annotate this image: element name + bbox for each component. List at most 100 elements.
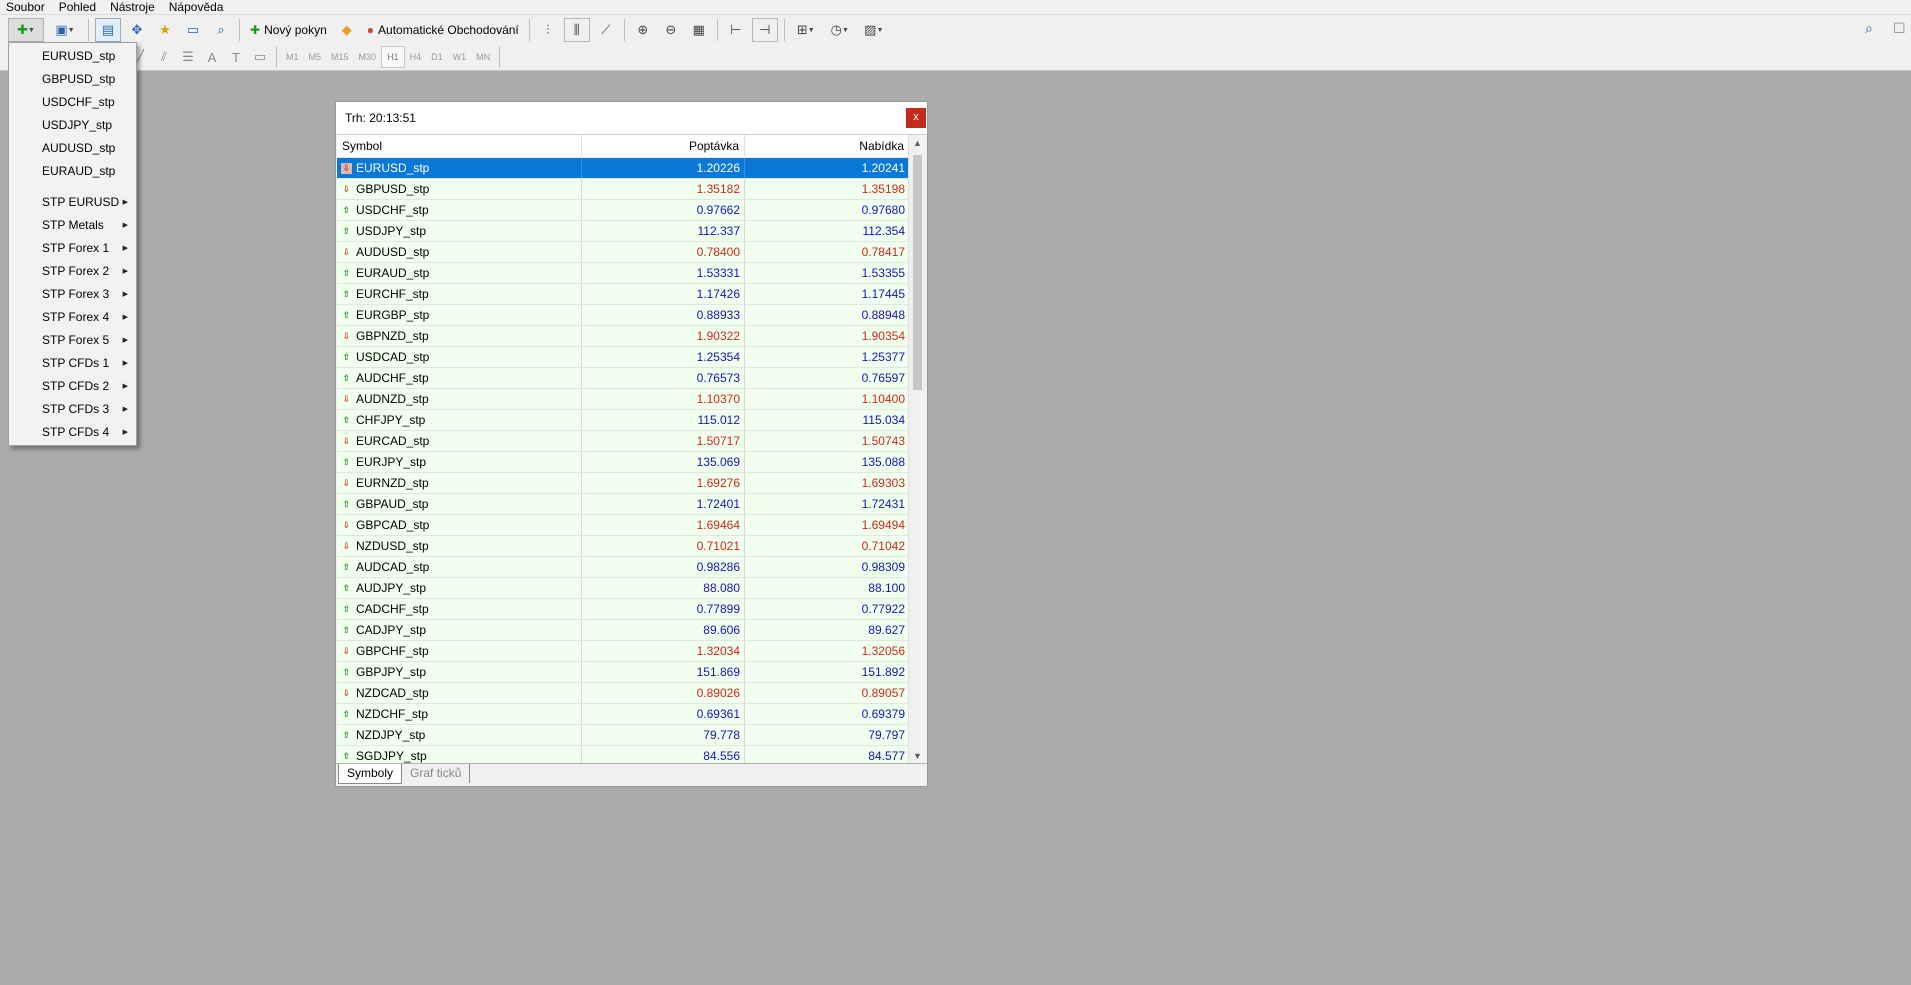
text-icon[interactable]: A xyxy=(200,50,224,65)
close-button[interactable]: x xyxy=(906,108,926,128)
bar-chart-button[interactable]: ⫶ xyxy=(536,19,560,41)
periods-button[interactable]: ◷ ▼ xyxy=(825,19,855,41)
tab-symbols[interactable]: Symboly xyxy=(338,764,403,784)
scrollbar-thumb[interactable] xyxy=(913,155,922,390)
vertical-scrollbar[interactable]: ▲ ▼ xyxy=(908,135,926,765)
terminal-button[interactable]: ▭ xyxy=(181,19,205,41)
table-rows: ⇩ EURUSD_stp 1.20226 1.20241 ⇩ GBPUSD_stp 1.35… xyxy=(337,158,910,765)
table-row[interactable]: ⇧ AUDCAD_stp 0.98286 0.98309 xyxy=(337,557,910,578)
column-header-ask[interactable]: Nabídka xyxy=(745,135,910,157)
table-row[interactable]: ⇧ AUDJPY_stp 88.080 88.100 xyxy=(337,578,910,599)
zoom-out-button[interactable]: ⊖ xyxy=(659,19,683,41)
table-row[interactable]: ⇧ NZDCHF_stp 0.69361 0.69379 xyxy=(337,704,910,725)
tile-windows-button[interactable]: ▦ xyxy=(687,19,711,41)
dropdown-group-item[interactable]: STP Metals ▶ xyxy=(9,214,136,237)
table-row[interactable]: ⇩ EURNZD_stp 1.69276 1.69303 xyxy=(337,473,910,494)
profiles-button[interactable]: ▣ ▼ xyxy=(48,19,82,41)
column-header-bid[interactable]: Poptávka xyxy=(582,135,745,157)
dropdown-symbol-item[interactable]: GBPUSD_stp xyxy=(9,68,136,91)
menu-soubor[interactable]: Soubor xyxy=(0,0,53,14)
dropdown-group-item[interactable]: STP Forex 5 ▶ xyxy=(9,329,136,352)
table-row[interactable]: ⇧ CHFJPY_stp 115.012 115.034 xyxy=(337,410,910,431)
dropdown-group-item[interactable]: STP Forex 1 ▶ xyxy=(9,237,136,260)
new-chart-button[interactable]: ✚ ▼ xyxy=(8,18,44,42)
dropdown-group-item[interactable]: STP Forex 2 ▶ xyxy=(9,260,136,283)
table-row[interactable]: ⇧ CADJPY_stp 89.606 89.627 xyxy=(337,620,910,641)
toolbar-separator xyxy=(276,46,277,68)
table-row[interactable]: ⇧ CADCHF_stp 0.77899 0.77922 xyxy=(337,599,910,620)
table-row[interactable]: ⇩ EURCAD_stp 1.50717 1.50743 xyxy=(337,431,910,452)
timeframe-mn[interactable]: MN xyxy=(471,47,495,67)
table-row[interactable]: ⇩ GBPCHF_stp 1.32034 1.32056 xyxy=(337,641,910,662)
indicators-button[interactable]: ⊞ ▼ xyxy=(791,19,821,41)
line-chart-button[interactable]: ⟋ xyxy=(594,19,618,41)
table-row[interactable]: ⇧ EURGBP_stp 0.88933 0.88948 xyxy=(337,305,910,326)
templates-button[interactable]: ▨ ▼ xyxy=(859,19,889,41)
table-row[interactable]: ⇧ GBPAUD_stp 1.72401 1.72431 xyxy=(337,494,910,515)
auto-scroll-button[interactable]: ⊢ xyxy=(724,19,748,41)
navigator-button[interactable]: ★ xyxy=(153,19,177,41)
market-watch-button[interactable]: ▤ xyxy=(95,18,121,42)
table-row[interactable]: ⇩ EURUSD_stp 1.20226 1.20241 xyxy=(337,158,910,179)
new-order-button[interactable]: ✚ Nový pokyn xyxy=(246,19,331,41)
dropdown-symbol-item[interactable]: USDCHF_stp xyxy=(9,91,136,114)
chat-icon[interactable]: ☐ xyxy=(1893,20,1906,37)
dropdown-group-item[interactable]: STP Forex 4 ▶ xyxy=(9,306,136,329)
data-window-button[interactable]: ✥ xyxy=(125,19,149,41)
table-row[interactable]: ⇧ NZDJPY_stp 79.778 79.797 xyxy=(337,725,910,746)
timeframe-m15[interactable]: M15 xyxy=(326,47,354,67)
column-header-symbol[interactable]: Symbol xyxy=(337,135,582,157)
dropdown-symbol-item[interactable]: EURUSD_stp xyxy=(9,45,136,68)
dropdown-group-item[interactable]: STP CFDs 1 ▶ xyxy=(9,352,136,375)
toolbar-separator xyxy=(239,19,240,41)
table-row[interactable]: ⇩ GBPUSD_stp 1.35182 1.35198 xyxy=(337,179,910,200)
table-row[interactable]: ⇩ GBPCAD_stp 1.69464 1.69494 xyxy=(337,515,910,536)
table-row[interactable]: ⇧ USDCAD_stp 1.25354 1.25377 xyxy=(337,347,910,368)
table-row[interactable]: ⇧ AUDCHF_stp 0.76573 0.76597 xyxy=(337,368,910,389)
table-row[interactable]: ⇩ NZDUSD_stp 0.71021 0.71042 xyxy=(337,536,910,557)
timeframe-m5[interactable]: M5 xyxy=(304,47,327,67)
search-icon[interactable]: ⌕ xyxy=(1865,20,1873,37)
table-row[interactable]: ⇧ EURJPY_stp 135.069 135.088 xyxy=(337,452,910,473)
chart-shift-button[interactable]: ⊣ xyxy=(751,18,778,42)
table-row[interactable]: ⇧ USDCHF_stp 0.97662 0.97680 xyxy=(337,200,910,221)
dropdown-group-item[interactable]: STP EURUSD ▶ xyxy=(9,191,136,214)
zoom-in-button[interactable]: ⊕ xyxy=(631,19,655,41)
dropdown-symbol-item[interactable]: AUDUSD_stp xyxy=(9,137,136,160)
dropdown-group-item[interactable]: STP CFDs 4 ▶ xyxy=(9,421,136,444)
table-row[interactable]: ⇧ EURAUD_stp 1.53331 1.53355 xyxy=(337,263,910,284)
table-row[interactable]: ⇧ USDJPY_stp 112.337 112.354 xyxy=(337,221,910,242)
menu-pohled[interactable]: Pohled xyxy=(53,0,104,14)
text-label-icon[interactable]: T xyxy=(224,50,248,65)
market-watch-titlebar[interactable]: Trh: 20:13:51 x xyxy=(336,102,927,135)
dropdown-group-item[interactable]: STP CFDs 2 ▶ xyxy=(9,375,136,398)
table-row[interactable]: ⇩ NZDCAD_stp 0.89026 0.89057 xyxy=(337,683,910,704)
strategy-button[interactable]: ◆ xyxy=(335,19,359,41)
timeframe-d1[interactable]: D1 xyxy=(426,47,448,67)
channel-icon[interactable]: ⫽ xyxy=(152,49,176,65)
tab-tick-chart[interactable]: Graf ticků xyxy=(402,764,471,783)
table-row[interactable]: ⇩ AUDNZD_stp 1.10370 1.10400 xyxy=(337,389,910,410)
dropdown-group-item[interactable]: STP Forex 3 ▶ xyxy=(9,283,136,306)
auto-trading-button[interactable]: ● Automatické Obchodování xyxy=(363,19,523,41)
table-row[interactable]: ⇩ GBPNZD_stp 1.90322 1.90354 xyxy=(337,326,910,347)
candle-chart-button[interactable]: ⫼ xyxy=(563,18,590,42)
timeframe-m1[interactable]: M1 xyxy=(281,47,304,67)
table-row[interactable]: ⇧ GBPJPY_stp 151.869 151.892 xyxy=(337,662,910,683)
timeframe-h1[interactable]: H1 xyxy=(381,46,405,68)
timeframe-h4[interactable]: H4 xyxy=(405,47,427,67)
table-row[interactable]: ⇧ EURCHF_stp 1.17426 1.17445 xyxy=(337,284,910,305)
dropdown-symbol-item[interactable]: EURAUD_stp xyxy=(9,160,136,183)
tester-button[interactable]: ⌕ xyxy=(209,19,233,41)
symbol-name: AUDUSD_stp xyxy=(356,245,430,259)
scroll-up-icon[interactable]: ▲ xyxy=(909,135,926,152)
label-icon[interactable]: ▭ xyxy=(248,49,272,65)
dropdown-group-item[interactable]: STP CFDs 3 ▶ xyxy=(9,398,136,421)
dropdown-symbol-item[interactable]: USDJPY_stp xyxy=(9,114,136,137)
timeframe-w1[interactable]: W1 xyxy=(448,47,472,67)
fibonacci-icon[interactable]: ☰ xyxy=(176,49,200,65)
timeframe-m30[interactable]: M30 xyxy=(354,47,382,67)
table-row[interactable]: ⇩ AUDUSD_stp 0.78400 0.78417 xyxy=(337,242,910,263)
menu-nastroje[interactable]: Nástroje xyxy=(104,0,163,14)
menu-napoveda[interactable]: Nápověda xyxy=(163,0,232,14)
